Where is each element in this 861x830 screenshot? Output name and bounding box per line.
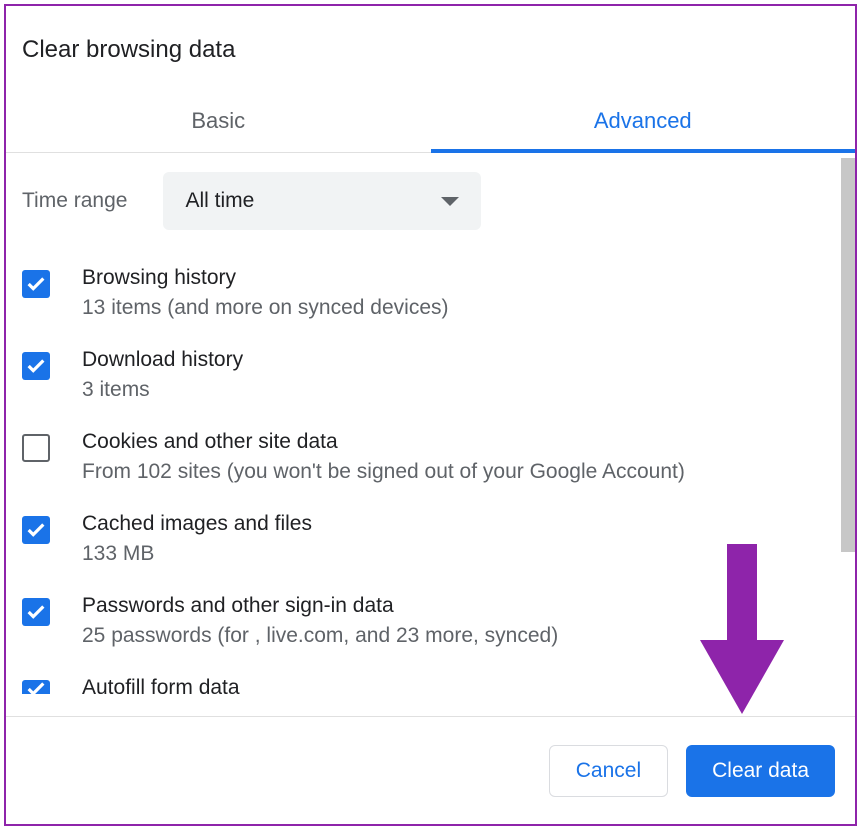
item-sub: 25 passwords (for , live.com, and 23 mor…: [82, 624, 558, 648]
dialog-title: Clear browsing data: [6, 6, 855, 92]
cancel-button[interactable]: Cancel: [549, 745, 668, 797]
tab-advanced[interactable]: Advanced: [431, 92, 856, 152]
item-title: Cookies and other site data: [82, 430, 685, 454]
check-icon: [25, 601, 47, 623]
item-title: Browsing history: [82, 266, 449, 290]
scroll-area: Time range All time Browsing history 13 …: [6, 146, 855, 716]
time-range-value: All time: [185, 189, 254, 213]
item-text: Download history 3 items: [82, 348, 243, 402]
checkbox-download-history[interactable]: [22, 352, 50, 380]
time-range-select[interactable]: All time: [163, 172, 481, 230]
item-title: Cached images and files: [82, 512, 312, 536]
data-type-list: Browsing history 13 items (and more on s…: [18, 266, 843, 700]
item-passwords: Passwords and other sign-in data 25 pass…: [22, 594, 843, 648]
checkbox-cookies[interactable]: [22, 434, 50, 462]
tab-basic[interactable]: Basic: [6, 92, 431, 152]
item-sub: 133 MB: [82, 542, 312, 566]
dialog-frame: Clear browsing data Basic Advanced Time …: [4, 4, 857, 826]
item-text: Cookies and other site data From 102 sit…: [82, 430, 685, 484]
checkbox-passwords[interactable]: [22, 598, 50, 626]
item-cookies: Cookies and other site data From 102 sit…: [22, 430, 843, 484]
item-download-history: Download history 3 items: [22, 348, 843, 402]
item-text: Autofill form data: [82, 676, 240, 700]
item-autofill: Autofill form data: [22, 676, 843, 700]
tabs: Basic Advanced: [6, 92, 855, 153]
clear-data-button[interactable]: Clear data: [686, 745, 835, 797]
item-browsing-history: Browsing history 13 items (and more on s…: [22, 266, 843, 320]
time-range-row: Time range All time: [18, 172, 843, 230]
item-text: Cached images and files 133 MB: [82, 512, 312, 566]
check-icon: [25, 680, 47, 694]
time-range-label: Time range: [22, 189, 127, 213]
item-title: Passwords and other sign-in data: [82, 594, 558, 618]
item-sub: From 102 sites (you won't be signed out …: [82, 460, 685, 484]
item-text: Browsing history 13 items (and more on s…: [82, 266, 449, 320]
chevron-down-icon: [441, 197, 459, 206]
check-icon: [25, 519, 47, 541]
item-text: Passwords and other sign-in data 25 pass…: [82, 594, 558, 648]
check-icon: [25, 355, 47, 377]
checkbox-browsing-history[interactable]: [22, 270, 50, 298]
checkbox-autofill[interactable]: [22, 680, 50, 694]
item-title: Download history: [82, 348, 243, 372]
checkbox-cached-images[interactable]: [22, 516, 50, 544]
dialog-footer: Cancel Clear data: [6, 716, 855, 824]
check-icon: [25, 273, 47, 295]
item-sub: 3 items: [82, 378, 243, 402]
item-title: Autofill form data: [82, 676, 240, 700]
item-cached-images: Cached images and files 133 MB: [22, 512, 843, 566]
item-sub: 13 items (and more on synced devices): [82, 296, 449, 320]
